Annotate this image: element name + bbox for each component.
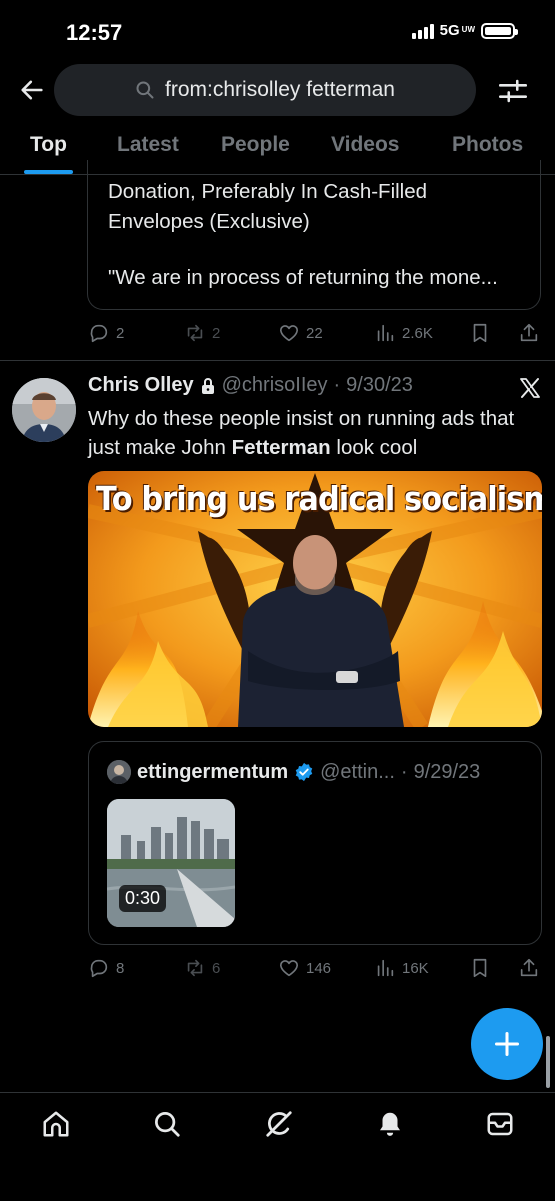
- avatar[interactable]: [12, 378, 76, 442]
- heart-icon: [279, 325, 299, 342]
- tweet-text-highlight: Fetterman: [231, 436, 331, 459]
- reply-count: 2: [116, 324, 125, 342]
- plus-icon: [494, 1031, 520, 1057]
- status-icons: 5G UW: [411, 22, 518, 39]
- views-count: 2.6K: [402, 324, 433, 342]
- tab-top[interactable]: Top: [30, 133, 67, 157]
- video-duration-badge: 0:30: [119, 885, 167, 912]
- separator-dot: ·: [400, 760, 408, 783]
- quoted-video-thumbnail[interactable]: 0:30: [107, 799, 235, 927]
- tweet-divider: [0, 360, 555, 361]
- quoted-avatar-image: [107, 760, 131, 784]
- notifications-icon[interactable]: [375, 1109, 405, 1139]
- retweet-button[interactable]: 6: [184, 957, 220, 979]
- previous-quote-card[interactable]: Donation, Preferably In Cash-Filled Enve…: [87, 160, 541, 310]
- media-caption-text: To bring us radical socialism.: [96, 479, 542, 518]
- lock-icon: [201, 377, 214, 394]
- reply-icon: [90, 324, 108, 343]
- like-count: 146: [306, 959, 332, 977]
- author-handle[interactable]: @chrisoIIey: [222, 374, 328, 397]
- reply-button[interactable]: 2: [88, 322, 124, 344]
- search-icon: [136, 81, 154, 99]
- share-icon: [520, 323, 538, 342]
- heart-icon: [279, 960, 299, 977]
- tab-latest[interactable]: Latest: [117, 133, 179, 157]
- search-input[interactable]: from:chrisolley fetterman: [54, 64, 476, 116]
- explore-icon[interactable]: [152, 1109, 182, 1139]
- like-button[interactable]: 146: [278, 957, 331, 979]
- bookmark-button[interactable]: [469, 322, 491, 344]
- reply-button[interactable]: 8: [88, 957, 124, 979]
- battery-icon: [481, 22, 518, 39]
- share-icon: [520, 958, 538, 977]
- reply-count: 8: [116, 959, 125, 977]
- retweet-icon: [187, 959, 203, 977]
- filter-settings-icon[interactable]: [496, 74, 530, 108]
- bookmark-icon: [473, 323, 487, 343]
- signal-icon: [411, 23, 434, 39]
- compose-button[interactable]: [471, 1008, 543, 1080]
- retweet-count: 6: [212, 959, 221, 977]
- x-logo-icon: [520, 378, 540, 398]
- grok-icon[interactable]: [264, 1109, 294, 1139]
- quote-text-line: Donation, Preferably In Cash-Filled: [108, 180, 428, 203]
- status-time: 12:57: [66, 20, 123, 45]
- tweet-actions: 8 6 146 16K: [88, 955, 540, 981]
- tweet-text-part: look cool: [330, 436, 418, 459]
- verified-badge-icon: [295, 762, 313, 782]
- retweet-button[interactable]: 2: [184, 322, 220, 344]
- views-icon: [377, 959, 394, 977]
- views-icon: [377, 324, 394, 342]
- separator-dot: ·: [333, 374, 341, 396]
- bottom-navigation: [0, 1092, 555, 1201]
- tweet-text: Why do these people insist on running ad…: [88, 404, 518, 462]
- share-button[interactable]: [518, 957, 540, 979]
- views-button[interactable]: 16K: [374, 957, 429, 979]
- like-button[interactable]: 22: [278, 322, 323, 344]
- search-query: from:chrisolley fetterman: [165, 78, 395, 101]
- tab-photos[interactable]: Photos: [452, 133, 523, 157]
- messages-icon[interactable]: [485, 1109, 515, 1139]
- like-count: 22: [306, 324, 323, 342]
- quoted-author-name: ettingermentum: [137, 760, 289, 783]
- quoted-author-avatar: [107, 760, 131, 784]
- back-arrow-icon[interactable]: [18, 76, 46, 104]
- bookmark-button[interactable]: [469, 957, 491, 979]
- quote-text-line: "We are in process of returning the mone…: [108, 266, 498, 289]
- network-label: 5G: [439, 22, 460, 39]
- tweet-date[interactable]: 9/30/23: [346, 374, 413, 397]
- retweet-count: 2: [212, 324, 221, 342]
- quoted-tweet-date: 9/29/23: [413, 760, 481, 783]
- share-button[interactable]: [518, 322, 540, 344]
- tab-videos[interactable]: Videos: [331, 133, 399, 157]
- author-name[interactable]: Chris Olley: [88, 374, 194, 397]
- quote-text-line: Envelopes (Exclusive): [108, 210, 310, 233]
- quoted-tweet-header: ettingermentum @ettin... · 9/29/23: [107, 760, 480, 784]
- tweet-media-image[interactable]: To bring us radical socialism.: [88, 471, 542, 727]
- reply-icon: [90, 959, 108, 978]
- tab-people[interactable]: People: [221, 133, 290, 157]
- previous-tweet-actions: 2 2 22 2.6K: [88, 320, 540, 346]
- views-button[interactable]: 2.6K: [374, 322, 433, 344]
- retweet-icon: [187, 324, 203, 342]
- quoted-author-handle: @ettin...: [320, 760, 395, 783]
- quoted-tweet-card[interactable]: ettingermentum @ettin... · 9/29/23 0:30: [88, 741, 542, 945]
- network-sub-label: UW: [461, 24, 475, 34]
- bookmark-icon: [473, 958, 487, 978]
- views-count: 16K: [402, 959, 429, 977]
- avatar-image: [12, 378, 76, 442]
- tweet-author-row: Chris Olley @chrisoIIey · 9/30/23: [88, 374, 413, 397]
- scrollbar[interactable]: [546, 1036, 550, 1088]
- home-icon[interactable]: [41, 1109, 71, 1139]
